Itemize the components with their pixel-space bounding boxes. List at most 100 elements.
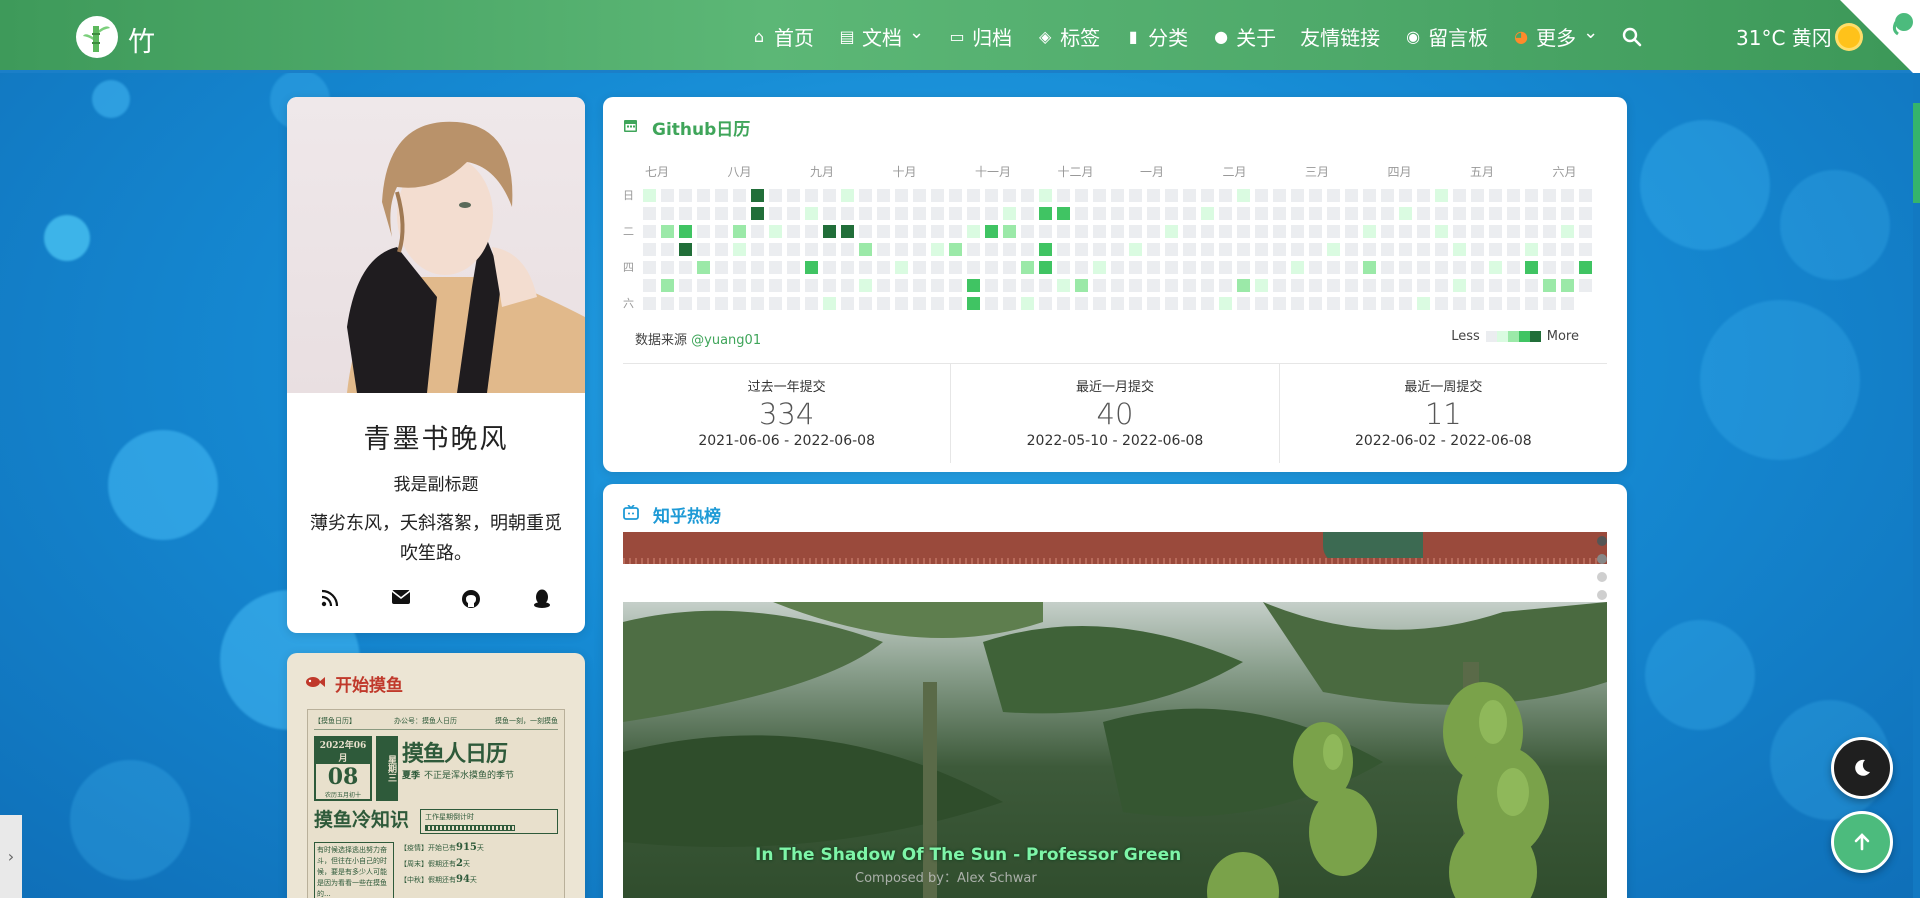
contribution-cell[interactable] [697,297,710,310]
contribution-cell[interactable] [1327,225,1340,238]
contribution-cell[interactable] [1345,189,1358,202]
contribution-cell[interactable] [931,297,944,310]
contribution-cell[interactable] [1237,261,1250,274]
contribution-cell[interactable] [1021,189,1034,202]
contribution-cell[interactable] [733,297,746,310]
contribution-cell[interactable] [841,243,854,256]
contribution-cell[interactable] [1543,297,1556,310]
contribution-cell[interactable] [1417,207,1430,220]
contribution-cell[interactable] [1417,261,1430,274]
contribution-cell[interactable] [1129,297,1142,310]
contribution-cell[interactable] [679,261,692,274]
contribution-cell[interactable] [1489,225,1502,238]
contribution-cell[interactable] [1489,279,1502,292]
contribution-cell[interactable] [967,207,980,220]
contribution-cell[interactable] [1579,243,1592,256]
contribution-cell[interactable] [1489,297,1502,310]
logo[interactable] [76,16,118,58]
contribution-cell[interactable] [1381,279,1394,292]
contribution-cell[interactable] [1291,297,1304,310]
contribution-cell[interactable] [877,297,890,310]
contribution-cell[interactable] [1453,189,1466,202]
contribution-cell[interactable] [715,279,728,292]
contribution-cell[interactable] [1075,189,1088,202]
contribution-cell[interactable] [1435,225,1448,238]
contribution-cell[interactable] [841,225,854,238]
contribution-cell[interactable] [823,261,836,274]
contribution-cell[interactable] [1273,297,1286,310]
contribution-cell[interactable] [1543,243,1556,256]
contribution-cell[interactable] [1273,243,1286,256]
contribution-cell[interactable] [787,189,800,202]
contribution-cell[interactable] [715,189,728,202]
contribution-cell[interactable] [1219,207,1232,220]
contribution-cell[interactable] [751,279,764,292]
contribution-cell[interactable] [1093,279,1106,292]
contribution-cell[interactable] [1345,207,1358,220]
contribution-cell[interactable] [643,189,656,202]
nav-item-7[interactable]: ◉ 留言板 [1392,0,1500,73]
contribution-cell[interactable] [1399,297,1412,310]
contribution-cell[interactable] [715,207,728,220]
contribution-cell[interactable] [895,225,908,238]
contribution-cell[interactable] [1417,225,1430,238]
contribution-cell[interactable] [1345,261,1358,274]
contribution-cell[interactable] [715,243,728,256]
contribution-cell[interactable] [697,243,710,256]
contribution-cell[interactable] [1381,189,1394,202]
contribution-cell[interactable] [1003,297,1016,310]
contribution-cell[interactable] [1201,243,1214,256]
contribution-cell[interactable] [1561,261,1574,274]
contribution-cell[interactable] [1471,297,1484,310]
contribution-cell[interactable] [841,279,854,292]
rss-icon[interactable] [318,589,342,614]
contribution-cell[interactable] [1543,189,1556,202]
contribution-cell[interactable] [697,207,710,220]
contribution-cell[interactable] [715,297,728,310]
github-icon[interactable] [459,589,483,614]
contribution-cell[interactable] [1435,189,1448,202]
contribution-cell[interactable] [1075,297,1088,310]
contribution-cell[interactable] [1003,189,1016,202]
contribution-cell[interactable] [715,225,728,238]
contribution-cell[interactable] [1291,189,1304,202]
contribution-cell[interactable] [679,279,692,292]
contribution-cell[interactable] [805,261,818,274]
contribution-cell[interactable] [1579,225,1592,238]
contribution-cell[interactable] [1147,189,1160,202]
contribution-cell[interactable] [895,297,908,310]
contribution-cell[interactable] [1543,261,1556,274]
contribution-cell[interactable] [1309,261,1322,274]
nav-item-6[interactable]: 友情链接 [1288,0,1392,73]
nav-item-8[interactable]: ◕ 更多 ⌄ [1500,0,1610,73]
contribution-cell[interactable] [1291,207,1304,220]
contribution-cell[interactable] [1417,189,1430,202]
contribution-cell[interactable] [1039,279,1052,292]
contribution-cell[interactable] [733,261,746,274]
contribution-cell[interactable] [1255,297,1268,310]
contribution-cell[interactable] [1525,279,1538,292]
contribution-cell[interactable] [1219,297,1232,310]
contribution-cell[interactable] [1507,189,1520,202]
contribution-cell[interactable] [949,243,962,256]
contribution-cell[interactable] [1129,243,1142,256]
contribution-cell[interactable] [1111,279,1124,292]
contribution-cell[interactable] [1525,207,1538,220]
contribution-cell[interactable] [1327,279,1340,292]
contribution-cell[interactable] [751,225,764,238]
contribution-cell[interactable] [1507,225,1520,238]
contribution-cell[interactable] [967,225,980,238]
contribution-cell[interactable] [1453,243,1466,256]
contribution-cell[interactable] [1561,243,1574,256]
contribution-cell[interactable] [1399,189,1412,202]
contribution-cell[interactable] [1129,261,1142,274]
contribution-cell[interactable] [661,189,674,202]
contribution-cell[interactable] [1237,189,1250,202]
contribution-cell[interactable] [1093,225,1106,238]
contribution-cell[interactable] [643,297,656,310]
contribution-cell[interactable] [1453,261,1466,274]
contribution-cell[interactable] [787,279,800,292]
contribution-cell[interactable] [697,189,710,202]
contribution-cell[interactable] [1507,297,1520,310]
contribution-cell[interactable] [967,297,980,310]
